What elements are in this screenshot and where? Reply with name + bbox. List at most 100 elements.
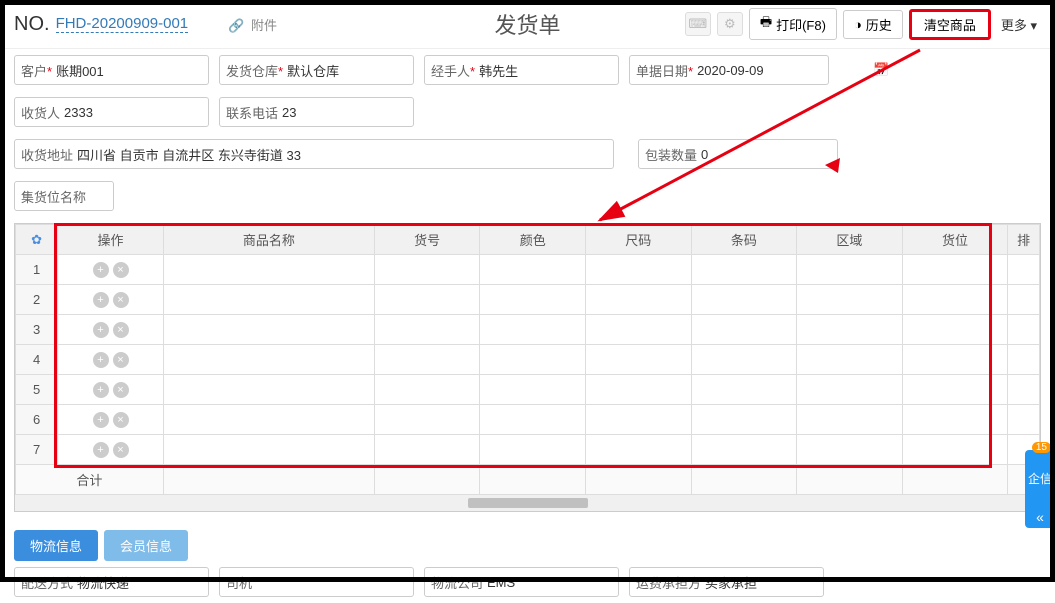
table-row[interactable]: 5+×: [16, 375, 1040, 405]
cell[interactable]: [163, 375, 374, 405]
remove-row-icon[interactable]: ×: [113, 352, 129, 368]
slot-field[interactable]: 集货位名称: [14, 181, 114, 211]
cell[interactable]: [1008, 315, 1040, 345]
date-input[interactable]: [697, 63, 873, 78]
horizontal-scrollbar[interactable]: [15, 495, 1040, 511]
phone-field[interactable]: 联系电话: [219, 97, 414, 127]
order-no-link[interactable]: FHD-20200909-001: [56, 15, 189, 33]
table-settings-button[interactable]: ✿: [16, 225, 58, 255]
cell[interactable]: [586, 315, 692, 345]
cell[interactable]: [797, 255, 903, 285]
handler-field[interactable]: 经手人* ＋ 🔍: [424, 55, 619, 85]
add-row-icon[interactable]: +: [93, 322, 109, 338]
cell[interactable]: [902, 315, 1008, 345]
cell[interactable]: [374, 435, 480, 465]
freight-bearer-input[interactable]: [705, 575, 881, 590]
cell[interactable]: [902, 435, 1008, 465]
cell[interactable]: [797, 405, 903, 435]
cell[interactable]: [1008, 375, 1040, 405]
cell[interactable]: [1008, 285, 1040, 315]
remove-row-icon[interactable]: ×: [113, 382, 129, 398]
tab-logistics[interactable]: 物流信息: [14, 530, 98, 561]
cell[interactable]: [691, 315, 797, 345]
cell[interactable]: [797, 375, 903, 405]
remove-row-icon[interactable]: ×: [113, 412, 129, 428]
add-row-icon[interactable]: +: [93, 382, 109, 398]
scrollbar-thumb[interactable]: [468, 498, 588, 508]
cell[interactable]: [797, 435, 903, 465]
cell[interactable]: [480, 285, 586, 315]
cell[interactable]: [163, 285, 374, 315]
remove-row-icon[interactable]: ×: [113, 262, 129, 278]
cell[interactable]: [902, 405, 1008, 435]
cell[interactable]: [691, 435, 797, 465]
remove-row-icon[interactable]: ×: [113, 442, 129, 458]
cell[interactable]: [902, 285, 1008, 315]
add-row-icon[interactable]: +: [93, 412, 109, 428]
cell[interactable]: [586, 345, 692, 375]
cell[interactable]: [480, 435, 586, 465]
date-field[interactable]: 单据日期* 📅: [629, 55, 829, 85]
cell[interactable]: [586, 375, 692, 405]
cell[interactable]: [163, 315, 374, 345]
cell[interactable]: [1008, 405, 1040, 435]
attachment-link[interactable]: 🔗 附件: [228, 15, 277, 34]
cell[interactable]: [374, 285, 480, 315]
warehouse-field[interactable]: 发货仓库*: [219, 55, 414, 85]
clear-items-button[interactable]: 清空商品: [909, 9, 991, 40]
cell[interactable]: [797, 285, 903, 315]
customer-field[interactable]: 客户* 详: [14, 55, 209, 85]
table-row[interactable]: 4+×: [16, 345, 1040, 375]
more-dropdown[interactable]: 更多 ▾: [997, 11, 1041, 38]
cell[interactable]: [691, 255, 797, 285]
address-field[interactable]: 收货地址: [14, 139, 614, 169]
cell[interactable]: [374, 315, 480, 345]
gear-icon[interactable]: ⚙: [717, 12, 743, 36]
cell[interactable]: [374, 255, 480, 285]
cell[interactable]: [374, 345, 480, 375]
cell[interactable]: [1008, 255, 1040, 285]
tab-member[interactable]: 会员信息: [104, 530, 188, 561]
cell[interactable]: [586, 285, 692, 315]
receiver-field[interactable]: 收货人 🔍: [14, 97, 209, 127]
add-row-icon[interactable]: +: [93, 292, 109, 308]
ship-company-field[interactable]: 物流公司 ＋ 🔍: [424, 567, 619, 597]
add-row-icon[interactable]: +: [93, 442, 109, 458]
cell[interactable]: [480, 345, 586, 375]
cell[interactable]: [480, 405, 586, 435]
table-row[interactable]: 2+×: [16, 285, 1040, 315]
cell[interactable]: [586, 255, 692, 285]
cell[interactable]: [480, 315, 586, 345]
cell[interactable]: [374, 405, 480, 435]
cell[interactable]: [480, 375, 586, 405]
cell[interactable]: [902, 375, 1008, 405]
table-row[interactable]: 7+×: [16, 435, 1040, 465]
cell[interactable]: [163, 405, 374, 435]
remove-row-icon[interactable]: ×: [113, 292, 129, 308]
freight-bearer-field[interactable]: 运费承担方: [629, 567, 824, 597]
cell[interactable]: [163, 345, 374, 375]
keyboard-icon[interactable]: ⌨: [685, 12, 711, 36]
cell[interactable]: [691, 345, 797, 375]
cell[interactable]: [480, 255, 586, 285]
table-row[interactable]: 6+×: [16, 405, 1040, 435]
driver-field[interactable]: 司机: [219, 567, 414, 597]
slot-input[interactable]: [90, 189, 107, 204]
cell[interactable]: [586, 435, 692, 465]
driver-input[interactable]: [256, 575, 432, 590]
calendar-icon[interactable]: 📅: [873, 62, 889, 78]
address-input[interactable]: [77, 147, 607, 162]
cell[interactable]: [902, 255, 1008, 285]
add-row-icon[interactable]: +: [93, 262, 109, 278]
cell[interactable]: [374, 375, 480, 405]
chevron-left-icon[interactable]: «: [1025, 506, 1055, 528]
customer-input[interactable]: [56, 63, 232, 78]
cell[interactable]: [902, 345, 1008, 375]
cell[interactable]: [797, 315, 903, 345]
receiver-input[interactable]: [64, 105, 240, 120]
phone-input[interactable]: [282, 105, 458, 120]
cell[interactable]: [691, 285, 797, 315]
ship-method-field[interactable]: 配送方式 ▾: [14, 567, 209, 597]
side-chat-widget[interactable]: 15 企信 «: [1025, 450, 1055, 528]
table-row[interactable]: 1+×: [16, 255, 1040, 285]
